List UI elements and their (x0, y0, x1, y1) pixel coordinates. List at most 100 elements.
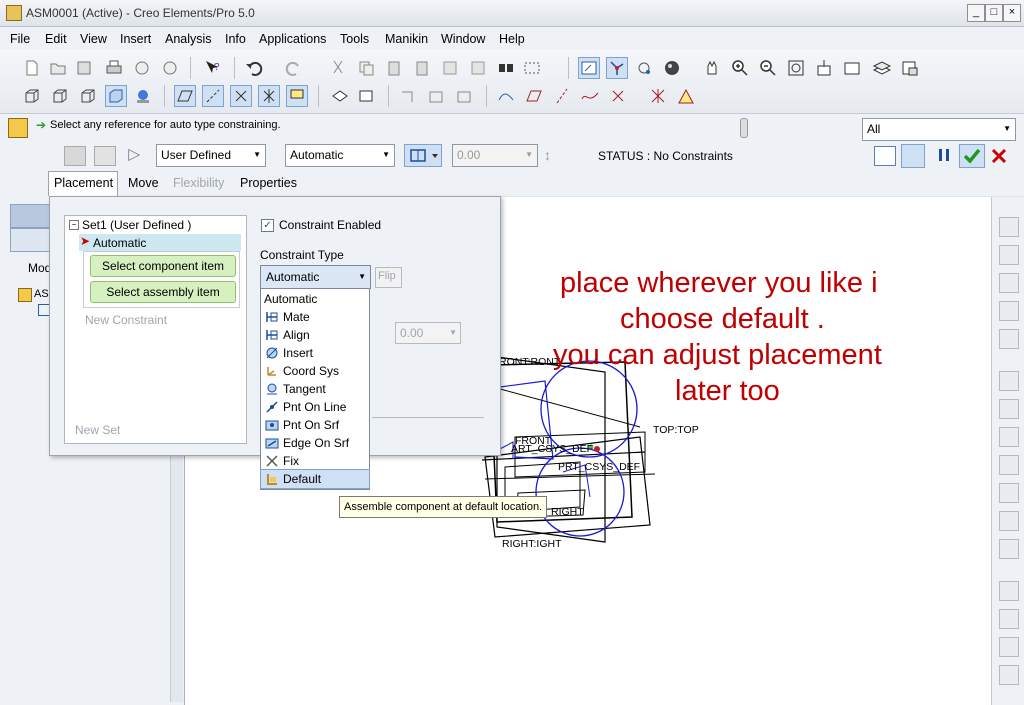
datum-planes-icon[interactable] (174, 85, 196, 107)
find-icon[interactable] (496, 58, 516, 78)
orient-mode-icon[interactable] (634, 58, 654, 78)
tool-icon[interactable] (999, 245, 1019, 265)
wireframe-icon[interactable] (22, 86, 42, 106)
no-hidden-icon[interactable] (78, 86, 98, 106)
datum-label-csys[interactable]: ART_CSYS_DEF (511, 443, 593, 455)
zoom-in-icon[interactable] (730, 58, 750, 78)
zoom-out-icon[interactable] (758, 58, 778, 78)
tab-flexibility[interactable]: Flexibility (173, 176, 224, 190)
offset-type-button[interactable] (404, 144, 442, 167)
tool-icon[interactable] (999, 511, 1019, 531)
constraint-type-option-pnt-on-line[interactable]: Pnt On Line (261, 398, 369, 416)
menu-applications[interactable]: Applications (259, 32, 326, 46)
annotations-icon[interactable] (286, 85, 308, 107)
menu-help[interactable]: Help (499, 32, 525, 46)
new-file-icon[interactable] (22, 58, 42, 78)
paste-icon[interactable] (384, 58, 404, 78)
tool-icon[interactable] (999, 301, 1019, 321)
select-assembly-item-button[interactable]: Select assembly item (90, 281, 236, 303)
axis-icon[interactable] (552, 86, 572, 106)
sketch-icon[interactable] (496, 86, 516, 106)
datum-label-front-top[interactable]: RONT:RONT (499, 356, 560, 368)
cancel-x-icon[interactable] (990, 147, 1008, 165)
tool-icon[interactable] (999, 427, 1019, 447)
datum-label-right-right[interactable]: RIGHT:IGHT (502, 538, 562, 550)
enhanced-realism-icon[interactable] (133, 86, 153, 106)
collapse-icon[interactable]: − (69, 220, 79, 230)
csys-icon[interactable] (648, 86, 668, 106)
shading-sphere-icon[interactable] (662, 58, 682, 78)
curve-icon[interactable] (580, 86, 600, 106)
set-label[interactable]: Set1 (User Defined ) (82, 218, 191, 232)
regenerate-icon[interactable] (440, 58, 460, 78)
point-icon[interactable] (608, 86, 628, 106)
tool-icon[interactable] (999, 539, 1019, 559)
layers-icon[interactable] (872, 58, 892, 78)
menu-window[interactable]: Window (441, 32, 485, 46)
auto-constraint-icon[interactable] (8, 118, 28, 138)
shading-icon[interactable] (105, 85, 127, 107)
open-folder-icon[interactable] (48, 58, 68, 78)
constraint-type-option-coord-sys[interactable]: Coord Sys (261, 362, 369, 380)
offset-input[interactable]: 0.00 ▼ (452, 144, 538, 167)
minimize-button[interactable]: _ (967, 4, 985, 22)
datum-label-prt-csys[interactable]: PRT_CSYS_DEF (558, 461, 640, 473)
menu-manikin[interactable]: Manikin (385, 32, 428, 46)
tool-icon[interactable] (999, 609, 1019, 629)
constraint-type-dropdown[interactable]: Automatic ▼ (260, 265, 371, 289)
tool-icon[interactable] (999, 217, 1019, 237)
constraint-type-option-automatic[interactable]: Automatic (261, 290, 369, 308)
maximize-button[interactable]: □ (985, 4, 1003, 22)
placement-window-icon[interactable] (94, 146, 116, 166)
tool-icon[interactable] (999, 665, 1019, 685)
tool-icon[interactable] (999, 273, 1019, 293)
tool-icon[interactable] (999, 637, 1019, 657)
tab-move[interactable]: Move (128, 176, 159, 190)
constraint-type-option-align[interactable]: Align (261, 326, 369, 344)
feature2-icon[interactable] (454, 86, 474, 106)
datum-csys-icon[interactable] (258, 85, 280, 107)
refit-icon[interactable] (786, 58, 806, 78)
undo-icon[interactable] (244, 58, 264, 78)
offset-field[interactable]: 0.00 ▼ (395, 322, 461, 344)
view-manager-icon[interactable] (900, 58, 920, 78)
constraint-dropdown[interactable]: Automatic ▼ (285, 144, 395, 167)
menu-view[interactable]: View (80, 32, 107, 46)
datum-axes-icon[interactable] (202, 85, 224, 107)
datum-points-icon[interactable] (230, 85, 252, 107)
flip-button[interactable]: Flip (375, 267, 402, 288)
close-window-button[interactable]: × (1003, 4, 1021, 22)
tab-placement[interactable]: Placement (48, 171, 118, 196)
ok-check-icon[interactable] (959, 144, 985, 168)
edit-icon[interactable] (64, 146, 86, 166)
plane-icon[interactable] (524, 86, 544, 106)
hidden-line-icon[interactable] (50, 86, 70, 106)
regen-manager-icon[interactable] (468, 58, 488, 78)
component-window-icon[interactable] (874, 146, 896, 166)
copy-icon[interactable] (356, 58, 376, 78)
separate-window-icon[interactable] (901, 144, 925, 168)
link-icon[interactable] (160, 58, 180, 78)
tool-icon[interactable] (999, 455, 1019, 475)
menu-tools[interactable]: Tools (340, 32, 369, 46)
feature-icon[interactable] (426, 86, 446, 106)
constraint-enabled-checkbox[interactable]: ✓ (261, 219, 274, 232)
tab-properties[interactable]: Properties (240, 176, 297, 190)
menu-insert[interactable]: Insert (120, 32, 151, 46)
constraint-row-selected[interactable]: ➤ Automatic (79, 234, 241, 251)
set-type-dropdown[interactable]: User Defined ▼ (156, 144, 266, 167)
context-help-icon[interactable]: ? (202, 58, 222, 78)
menu-analysis[interactable]: Analysis (165, 32, 212, 46)
menu-file[interactable]: File (10, 32, 30, 46)
constraint-type-option-pnt-on-srf[interactable]: Pnt On Srf (261, 416, 369, 434)
pause-icon[interactable] (936, 147, 952, 163)
offset-icon[interactable] (398, 86, 418, 106)
tool-icon[interactable] (999, 371, 1019, 391)
email-icon[interactable] (132, 58, 152, 78)
select-box-icon[interactable] (522, 58, 542, 78)
constraint-type-option-mate[interactable]: Mate (261, 308, 369, 326)
constraint-type-option-tangent[interactable]: Tangent (261, 380, 369, 398)
repaint-icon[interactable] (578, 57, 600, 79)
menu-edit[interactable]: Edit (45, 32, 67, 46)
constraint-type-option-edge-on-srf[interactable]: Edge On Srf (261, 434, 369, 452)
